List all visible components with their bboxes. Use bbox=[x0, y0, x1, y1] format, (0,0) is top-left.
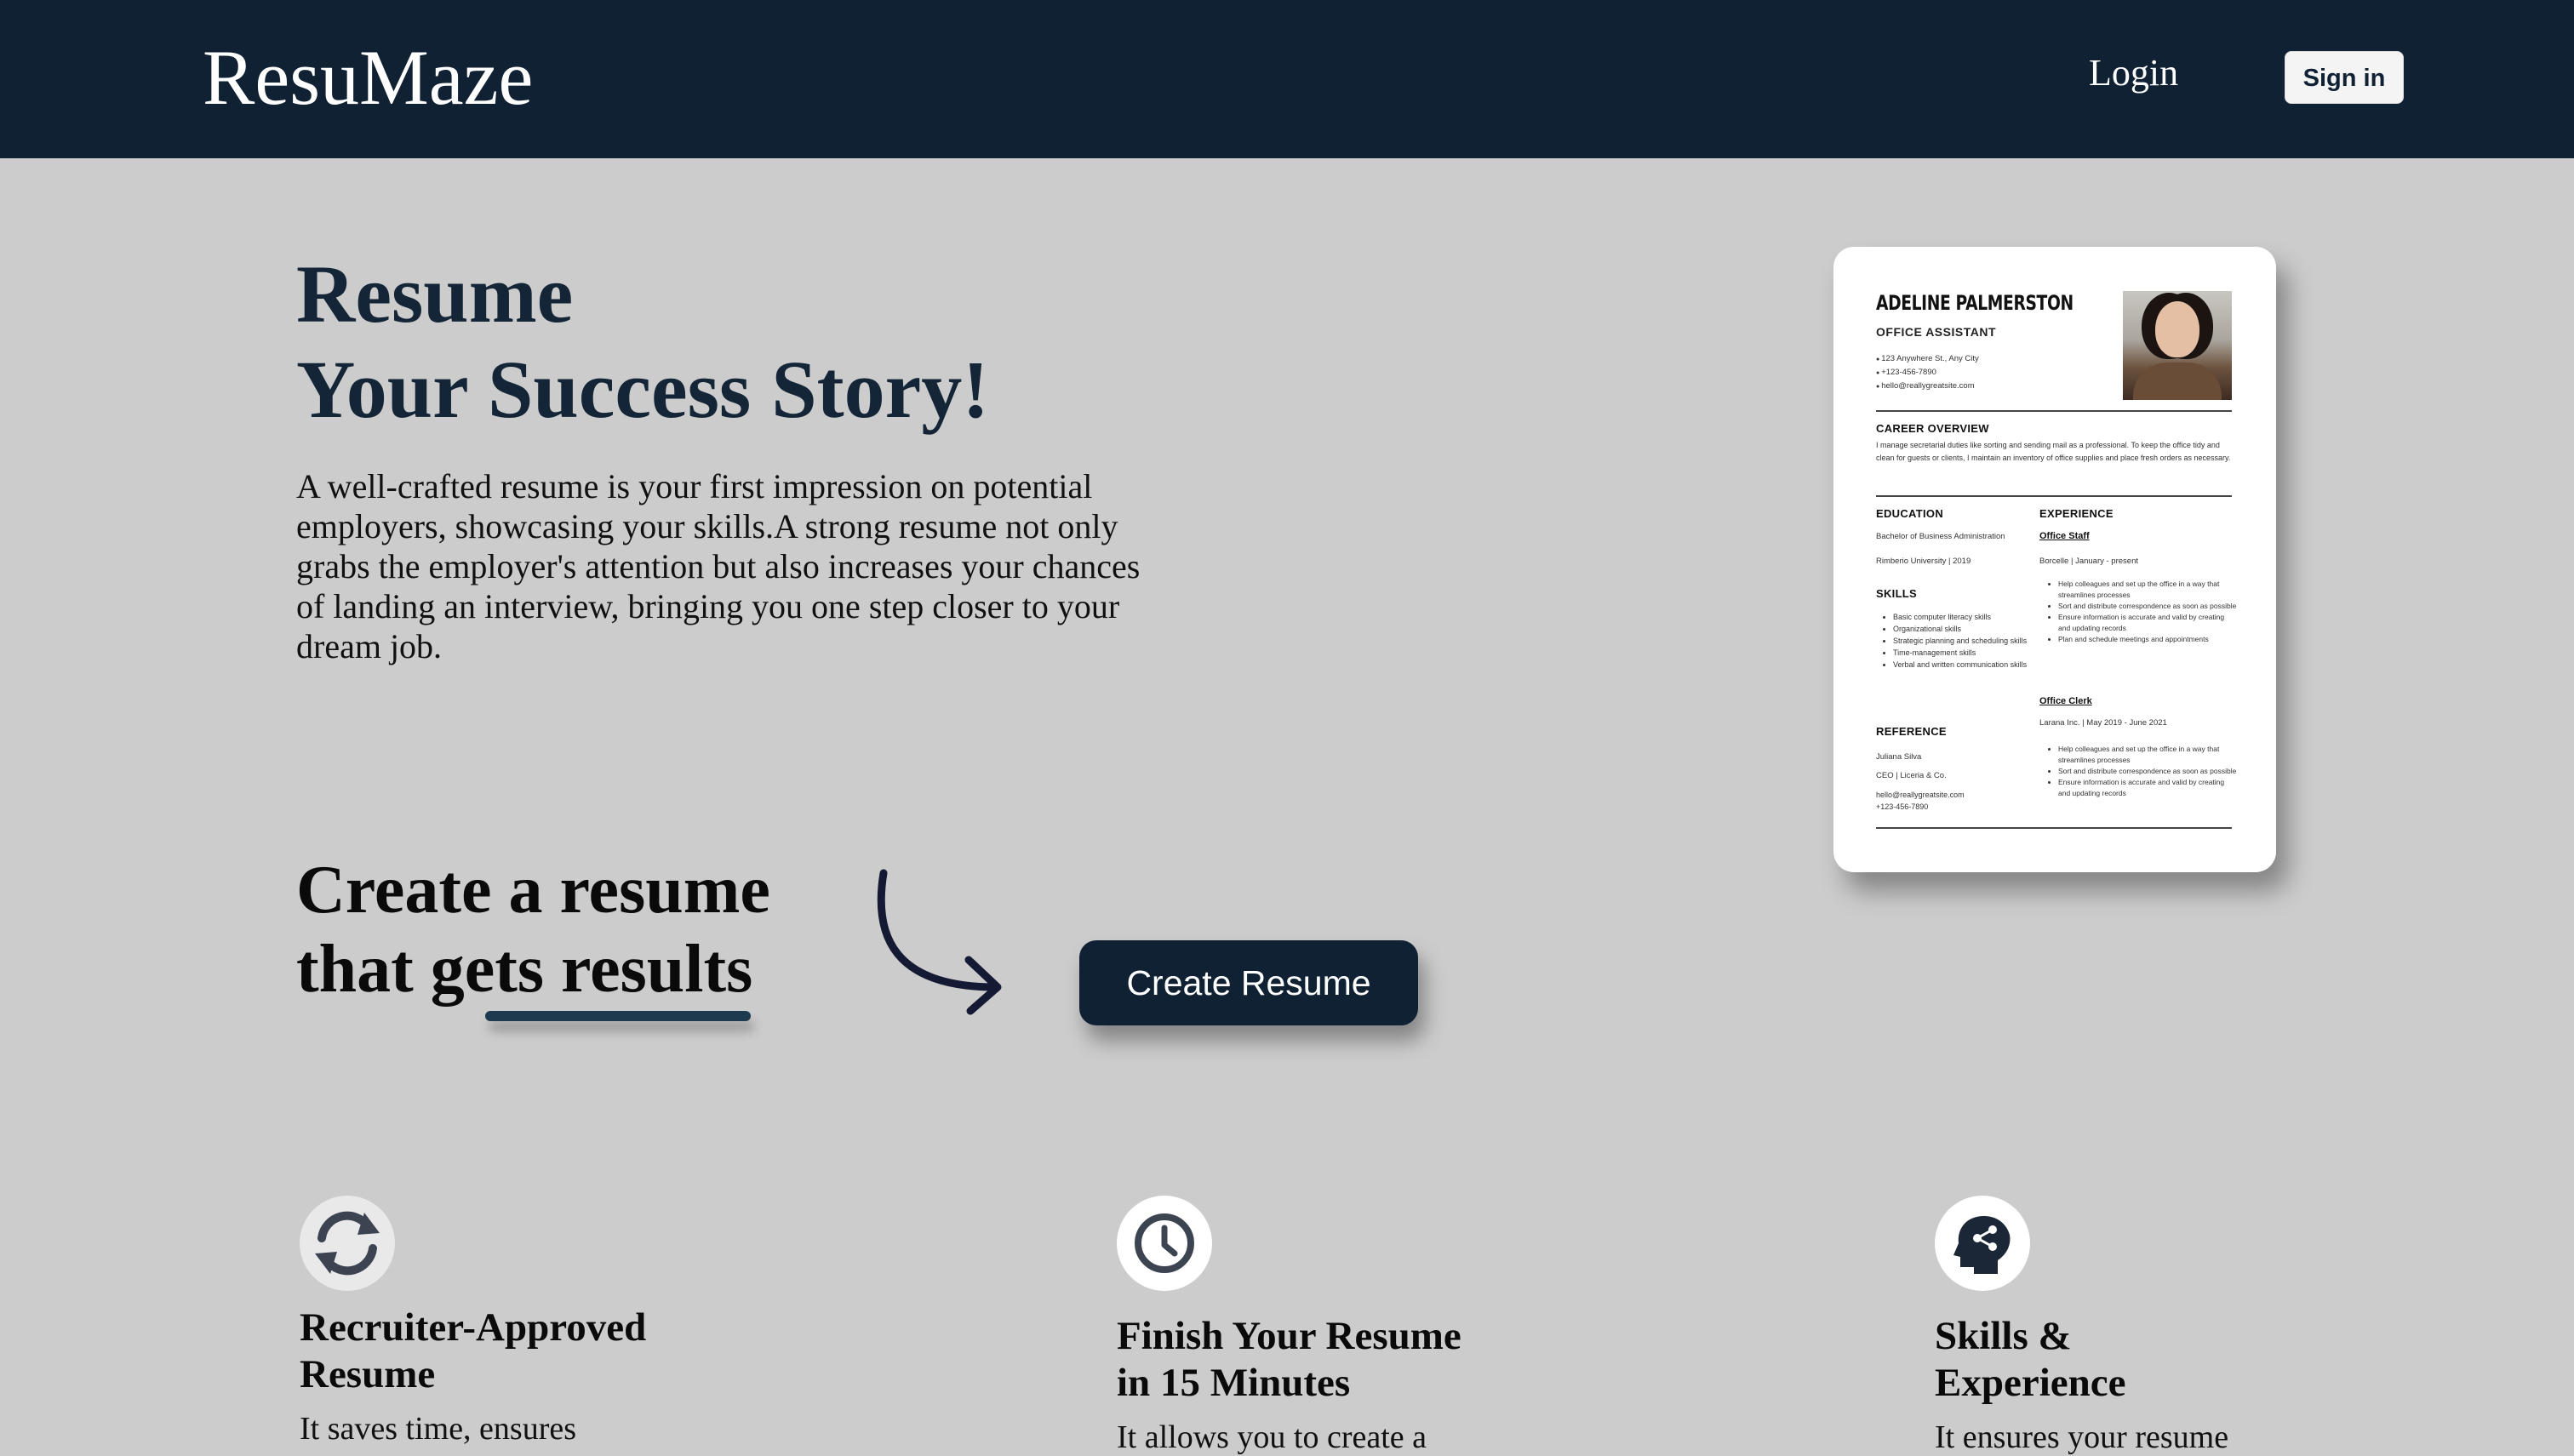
duty-item: Ensure information is accurate and valid… bbox=[2058, 612, 2237, 634]
feature-text: It allows you to create a bbox=[1117, 1419, 1427, 1455]
duty-item: Plan and schedule meetings and appointme… bbox=[2058, 634, 2237, 645]
skill-item: Strategic planning and scheduling skills bbox=[1893, 635, 2029, 647]
divider bbox=[1876, 410, 2232, 412]
job2-meta: Larana Inc. | May 2019 - June 2021 bbox=[2039, 718, 2167, 728]
sign-in-button[interactable]: Sign in bbox=[2285, 51, 2404, 104]
resume-name: ADELINE PALMERSTON bbox=[1876, 291, 2074, 315]
login-link[interactable]: Login bbox=[2089, 48, 2178, 99]
skill-item: Organizational skills bbox=[1893, 623, 2029, 635]
feature-title: Finish Your Resume in 15 Minutes bbox=[1117, 1314, 1461, 1405]
duty-item: Sort and distribute correspondence as so… bbox=[2058, 766, 2237, 777]
skills-list: Basic computer literacy skills Organizat… bbox=[1878, 611, 2029, 671]
job2-title: Office Clerk bbox=[2039, 696, 2092, 706]
resume-address: 123 Anywhere St., Any City bbox=[1876, 352, 1979, 366]
reference-title: CEO | Liceria & Co. bbox=[1876, 771, 1947, 780]
resume-email: hello@reallygreatsite.com bbox=[1876, 380, 1979, 393]
resume-photo bbox=[2123, 291, 2232, 400]
cta-heading-line1: Create a resume bbox=[296, 853, 770, 928]
career-text: I manage secretarial duties like sorting… bbox=[1876, 441, 2231, 462]
education-degree: Bachelor of Business Administration bbox=[1876, 532, 2005, 541]
career-heading: CAREER OVERVIEW bbox=[1876, 422, 1989, 435]
reference-phone: +123-456-7890 bbox=[1876, 802, 1929, 811]
hero-title: Resume Your Success Story! bbox=[296, 247, 989, 437]
resume-role: OFFICE ASSISTANT bbox=[1876, 325, 1996, 339]
refresh-icon bbox=[300, 1196, 395, 1291]
hero-description: A well-crafted resume is your first impr… bbox=[296, 467, 1141, 665]
feature-skills-experience: Skills & Experience It ensures your resu… bbox=[1935, 1196, 2228, 1456]
feature-text: It saves time, ensures bbox=[300, 1411, 577, 1447]
brand-logo[interactable]: ResuMaze bbox=[203, 31, 533, 124]
skill-item: Basic computer literacy skills bbox=[1893, 611, 2029, 623]
hero-title-line2: Your Success Story! bbox=[296, 344, 990, 435]
skill-item: Verbal and written communication skills bbox=[1893, 659, 2029, 671]
create-resume-button[interactable]: Create Resume bbox=[1079, 940, 1418, 1025]
duty-item: Help colleagues and set up the office in… bbox=[2058, 579, 2237, 601]
cta-heading-line2: that gets results bbox=[296, 932, 753, 1007]
reference-email: hello@reallygreatsite.com bbox=[1876, 791, 1965, 799]
skill-item: Time-management skills bbox=[1893, 647, 2029, 659]
divider bbox=[1876, 495, 2232, 497]
top-navbar: ResuMaze Login Sign in bbox=[0, 0, 2574, 158]
reference-heading: REFERENCE bbox=[1876, 725, 1947, 738]
feature-finish-fast: Finish Your Resume in 15 Minutes It allo… bbox=[1117, 1196, 1461, 1456]
job1-title: Office Staff bbox=[2039, 531, 2090, 541]
feature-title: Recruiter-Approved Resume bbox=[300, 1305, 647, 1396]
skills-heading: SKILLS bbox=[1876, 587, 1918, 600]
experience-heading: EXPERIENCE bbox=[2039, 507, 2114, 520]
clock-icon bbox=[1117, 1196, 1212, 1291]
reference-name: Juliana Silva bbox=[1876, 752, 1922, 762]
feature-title: Skills & Experience bbox=[1935, 1314, 2126, 1405]
job1-meta: Borcelle | January - present bbox=[2039, 557, 2138, 566]
feature-recruiter-approved: Recruiter-Approved Resume It saves time,… bbox=[300, 1196, 646, 1447]
education-heading: EDUCATION bbox=[1876, 507, 1944, 520]
hero-title-line1: Resume bbox=[296, 248, 574, 340]
head-share-icon bbox=[1935, 1196, 2030, 1291]
divider bbox=[1876, 827, 2232, 829]
curved-arrow-icon bbox=[877, 869, 1002, 1015]
job2-duties: Help colleagues and set up the office in… bbox=[2043, 744, 2237, 799]
cta-underline bbox=[485, 1011, 751, 1021]
resume-preview-card: ADELINE PALMERSTON OFFICE ASSISTANT 123 … bbox=[1833, 247, 2276, 872]
feature-text: It ensures your resume bbox=[1935, 1419, 2229, 1455]
resume-contact: 123 Anywhere St., Any City +123-456-7890… bbox=[1876, 352, 1979, 393]
duty-item: Help colleagues and set up the office in… bbox=[2058, 744, 2237, 766]
resume-phone: +123-456-7890 bbox=[1876, 366, 1979, 380]
duty-item: Sort and distribute correspondence as so… bbox=[2058, 601, 2237, 612]
job1-duties: Help colleagues and set up the office in… bbox=[2043, 579, 2237, 645]
cta-heading: Create a resume that gets results bbox=[296, 851, 770, 1009]
duty-item: Ensure information is accurate and valid… bbox=[2058, 777, 2237, 799]
education-school: Rimberio University | 2019 bbox=[1876, 557, 1971, 566]
